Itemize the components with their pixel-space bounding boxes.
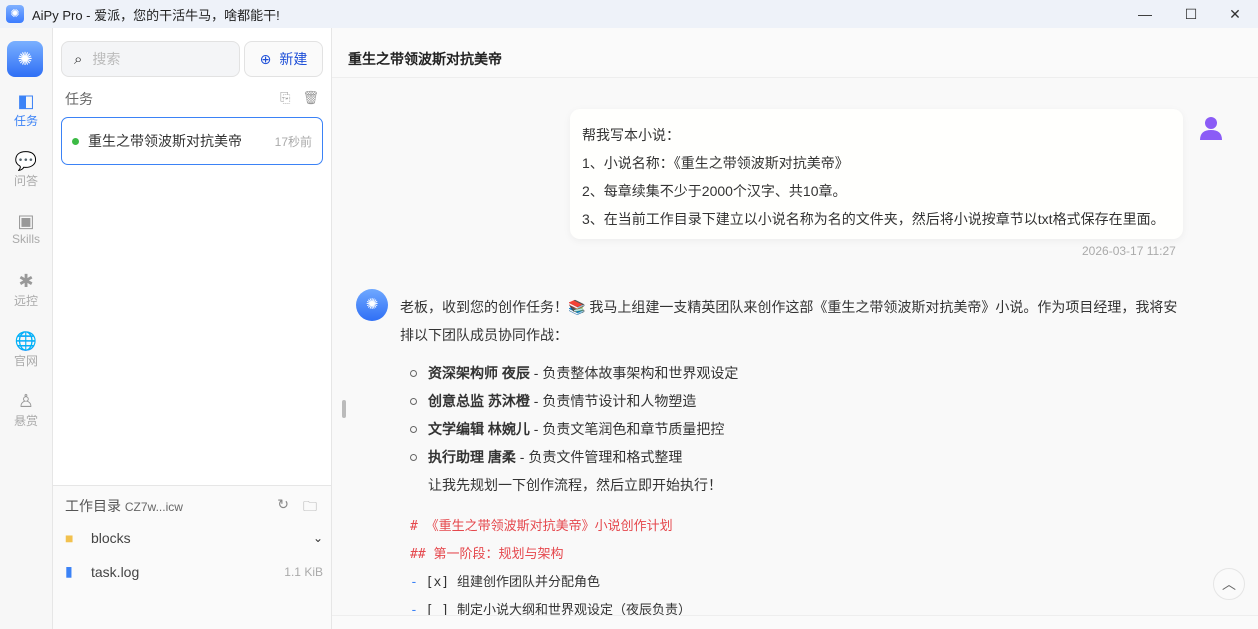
chat-area: 重生之带领波斯对抗美帝 帮我写本小说： 1、小说名称：《重生之带领波斯对抗美帝》… (332, 28, 1258, 629)
task-panel: ⌕ 搜索 ⊕ 新建 任务 ⎘ 🗑 重生之带领波斯对抗美帝 17秒前 工作目录 CZ7w… (53, 28, 332, 629)
rail-label: 官网 (14, 354, 38, 368)
maximize-button[interactable]: ☐ (1168, 0, 1214, 28)
plan-subheading: ## 第一阶段：规划与架构 (410, 541, 1190, 569)
user-avatar-icon (1200, 116, 1222, 142)
plan-heading: # 《重生之带领波斯对抗美帝》小说创作计划 (410, 513, 1190, 541)
new-task-button[interactable]: ⊕ 新建 (244, 41, 323, 77)
chat-icon: 💬 (0, 150, 52, 172)
tasks-section-label: 任务 (65, 89, 93, 109)
member-desc: - 负责情节设计和人物塑造 (530, 393, 696, 409)
app-logo[interactable]: ✺ (7, 41, 43, 77)
task-list-item[interactable]: 重生之带领波斯对抗美帝 17秒前 (61, 117, 323, 165)
minimize-button[interactable]: — (1122, 0, 1168, 28)
nav-rail: ✺ ◧ 任务 💬 问答 ▣Skills ✱ 远控 🌐 官网 ♙ 悬赏 (0, 28, 53, 629)
plan-markdown: # 《重生之带领波斯对抗美帝》小说创作计划 ## 第一阶段：规划与架构 - [x… (410, 513, 1190, 625)
plan-check: [x] (426, 575, 449, 590)
trash-icon[interactable]: 🗑 (302, 90, 319, 106)
search-placeholder: 搜索 (92, 49, 120, 69)
app-logo-icon: ✺ (6, 5, 24, 23)
member-item: 文学编辑 林婉儿 - 负责文笔润色和章节质量把控 (410, 415, 1190, 443)
skills-icon: ▣ (0, 210, 52, 232)
rail-label: 问答 (14, 174, 38, 188)
scroll-to-top-button[interactable]: ︿ (1213, 568, 1245, 600)
rail-label: 任务 (14, 114, 38, 128)
member-item: 资深架构师 夜辰 - 负责整体故事架构和世界观设定 (410, 359, 1190, 387)
bot-followup: 让我先规划一下创作流程，然后立即开始执行！ (400, 471, 1190, 499)
task-name: 重生之带领波斯对抗美帝 (88, 131, 275, 151)
workdir-id: CZ7w...icw (125, 500, 183, 514)
member-role: 创意总监 苏沐橙 (428, 393, 530, 409)
member-role: 执行助理 唐柔 (428, 449, 516, 465)
plan-text: 组建创作团队并分配角色 (457, 575, 600, 590)
bot-intro: 老板，收到您的创作任务！📚 我马上组建一支精英团队来创作这部《重生之带领波斯对抗… (400, 293, 1190, 349)
folder-icon: ■ (65, 530, 81, 546)
title-bar: ✺ AiPy Pro - 爱派，您的干活牛马，啥都能干! — ☐ ✕ (0, 0, 1258, 28)
rail-label: Skills (12, 232, 40, 246)
member-desc: - 负责文件管理和格式整理 (516, 449, 682, 465)
message-line: 3、在当前工作目录下建立以小说名称为名的文件夹，然后将小说按章节以txt格式保存… (582, 205, 1171, 233)
chevron-down-icon[interactable]: ⌄ (313, 531, 323, 545)
refresh-icon[interactable]: ↻ (277, 496, 289, 520)
globe-icon: 🌐 (0, 330, 52, 352)
search-input[interactable]: ⌕ 搜索 (61, 41, 240, 77)
rail-item-skills[interactable]: ▣Skills (0, 210, 52, 246)
bot-message: 老板，收到您的创作任务！📚 我马上组建一支精英团队来创作这部《重生之带领波斯对抗… (400, 293, 1190, 625)
lobster-icon: ✱ (0, 270, 52, 292)
file-size: 1.1 KiB (284, 565, 323, 579)
status-dot (72, 138, 79, 145)
user-message: 帮我写本小说： 1、小说名称：《重生之带领波斯对抗美帝》 2、每章续集不少于20… (570, 109, 1183, 239)
new-label: 新建 (279, 49, 307, 69)
plan-item: - [x] 组建创作团队并分配角色 (410, 569, 1190, 597)
message-line: 2、每章续集不少于2000个汉字、共10章。 (582, 177, 1171, 205)
import-icon[interactable]: ⎘ (280, 90, 290, 106)
file-icon: ▮ (65, 563, 81, 580)
close-button[interactable]: ✕ (1212, 0, 1258, 28)
new-task-icon: ⊕ (260, 51, 272, 68)
resize-handle[interactable] (342, 400, 346, 418)
search-icon: ⌕ (74, 51, 82, 68)
rail-item-bounty[interactable]: ♙ 悬赏 (0, 390, 52, 429)
rail-item-chat[interactable]: 💬 问答 (0, 150, 52, 189)
message-line: 1、小说名称：《重生之带领波斯对抗美帝》 (582, 149, 1171, 177)
workdir-label: 工作目录 (65, 498, 121, 514)
member-item: 执行助理 唐柔 - 负责文件管理和格式整理 (410, 443, 1190, 471)
input-bar[interactable] (332, 615, 1258, 629)
rail-label: 远控 (14, 294, 38, 308)
rail-item-remote[interactable]: ✱ 远控 (0, 270, 52, 309)
rail-item-website[interactable]: 🌐 官网 (0, 330, 52, 369)
member-desc: - 负责文笔润色和章节质量把控 (530, 421, 724, 437)
file-item[interactable]: ▮ task.log 1.1 KiB (65, 563, 323, 580)
task-time: 17秒前 (275, 133, 312, 150)
window-title: AiPy Pro - 爱派，您的干活牛马，啥都能干! (32, 5, 280, 24)
rail-item-tasks[interactable]: ◧ 任务 (0, 90, 52, 129)
chat-title: 重生之带领波斯对抗美帝 (332, 28, 1258, 78)
file-item-folder[interactable]: ■ blocks ⌄ (65, 530, 323, 546)
bot-avatar-icon: ✺ (356, 289, 388, 321)
member-list: 资深架构师 夜辰 - 负责整体故事架构和世界观设定 创意总监 苏沐橙 - 负责情… (410, 359, 1190, 471)
open-folder-icon[interactable]: 🗀 (303, 496, 317, 520)
rail-label: 悬赏 (14, 414, 38, 428)
member-role: 文学编辑 林婉儿 (428, 421, 530, 437)
member-desc: - 负责整体故事架构和世界观设定 (530, 365, 738, 381)
member-item: 创意总监 苏沐橙 - 负责情节设计和人物塑造 (410, 387, 1190, 415)
workdir-panel: 工作目录 CZ7w...icw ↻ 🗀 ■ blocks ⌄ ▮ task.log 1.1… (53, 485, 331, 629)
bounty-icon: ♙ (0, 390, 52, 412)
message-timestamp: 2026-03-17 11:27 (1082, 244, 1176, 258)
tasks-icon: ◧ (0, 90, 52, 112)
member-role: 资深架构师 夜辰 (428, 365, 530, 381)
file-name: blocks (91, 530, 131, 546)
message-line: 帮我写本小说： (582, 121, 1171, 149)
file-name: task.log (91, 564, 139, 580)
